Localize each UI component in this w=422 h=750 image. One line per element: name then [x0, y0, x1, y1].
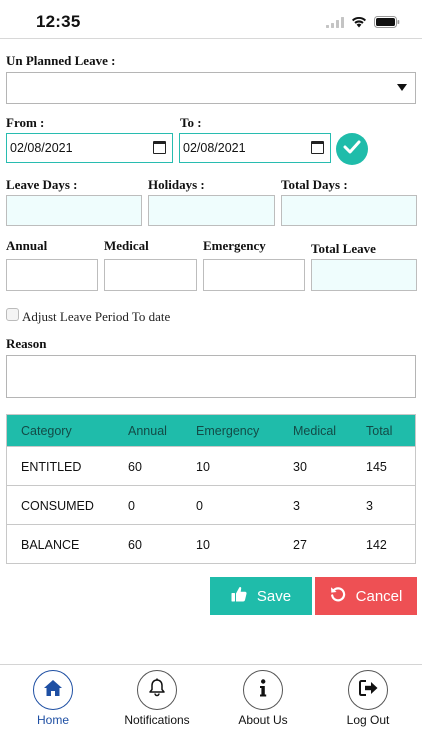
bell-icon — [148, 678, 166, 702]
cell-annual: 0 — [128, 499, 135, 513]
home-icon-circle — [33, 670, 73, 710]
header-category: Category — [21, 424, 72, 438]
undo-icon — [330, 586, 346, 606]
logout-icon — [358, 679, 378, 701]
cell-category: BALANCE — [21, 538, 80, 552]
adjust-period-checkbox[interactable] — [6, 308, 19, 321]
calendar-icon[interactable] — [311, 141, 324, 154]
annual-label: Annual — [6, 238, 48, 253]
info-icon — [259, 678, 267, 702]
leave-type-select[interactable] — [6, 72, 416, 104]
save-label: Save — [256, 587, 292, 605]
cell-medical: 30 — [293, 460, 307, 474]
status-bar: 12:35 — [0, 0, 422, 38]
checkmark-icon — [343, 140, 361, 159]
cell-annual: 60 — [128, 460, 142, 474]
total-days-field — [281, 195, 417, 226]
cell-emergency: 10 — [196, 538, 210, 552]
to-label: To : — [180, 115, 202, 130]
header-medical: Medical — [293, 424, 337, 438]
leave-days-label: Leave Days : — [6, 177, 78, 192]
table-row: BALANCE 60 10 27 142 — [7, 524, 415, 563]
nav-divider — [0, 664, 422, 665]
leave-summary-table: Category Annual Emergency Medical Total … — [6, 414, 416, 564]
nav-label-log-out: Log Out — [346, 713, 390, 727]
table-row: CONSUMED 0 0 3 3 — [7, 485, 415, 524]
cancel-label: Cancel — [355, 587, 403, 605]
nav-item-log-out[interactable]: Log Out — [323, 670, 413, 727]
wifi-icon — [351, 15, 367, 33]
save-button[interactable]: Save — [210, 577, 312, 615]
total-leave-label: Total Leave — [311, 241, 376, 256]
battery-icon — [374, 15, 400, 33]
cancel-button[interactable]: Cancel — [315, 577, 417, 615]
cell-total: 142 — [366, 538, 387, 552]
adjust-period-label[interactable]: Adjust Leave Period To date — [22, 309, 170, 325]
annual-field[interactable] — [6, 259, 98, 291]
nav-item-notifications[interactable]: Notifications — [112, 670, 202, 727]
cell-category: ENTITLED — [21, 460, 82, 474]
header-divider — [0, 38, 422, 39]
leave-days-field — [6, 195, 142, 226]
status-icons — [326, 15, 400, 33]
from-label: From : — [6, 115, 45, 130]
nav-item-about-us[interactable]: About Us — [218, 670, 308, 727]
table-header: Category Annual Emergency Medical Total — [7, 415, 415, 446]
cell-medical: 3 — [293, 499, 300, 513]
table-row: ENTITLED 60 10 30 145 — [7, 446, 415, 485]
status-time: 12:35 — [36, 12, 81, 31]
total-leave-field — [311, 259, 417, 291]
calendar-icon[interactable] — [153, 141, 166, 154]
reason-label: Reason — [6, 336, 47, 351]
nav-item-home[interactable]: Home — [8, 670, 98, 727]
cell-emergency: 0 — [196, 499, 203, 513]
header-annual: Annual — [128, 424, 167, 438]
medical-field[interactable] — [104, 259, 197, 291]
emergency-label: Emergency — [203, 238, 266, 253]
cell-category: CONSUMED — [21, 499, 94, 513]
home-icon — [43, 679, 63, 702]
to-date-value: 02/08/2021 — [183, 141, 246, 155]
total-days-label: Total Days : — [281, 177, 348, 192]
leave-type-label: Un Planned Leave : — [6, 53, 116, 68]
cell-annual: 60 — [128, 538, 142, 552]
nav-label-about-us: About Us — [238, 713, 288, 727]
reason-textarea[interactable] — [6, 355, 416, 398]
dropdown-arrow-icon — [397, 84, 407, 91]
signal-icon — [326, 15, 344, 33]
medical-label: Medical — [104, 238, 149, 253]
nav-label-notifications: Notifications — [124, 713, 190, 727]
holidays-field — [148, 195, 275, 226]
cell-total: 3 — [366, 499, 373, 513]
from-date-input[interactable]: 02/08/2021 — [6, 133, 173, 163]
holidays-label: Holidays : — [148, 177, 205, 192]
bell-icon-circle — [137, 670, 177, 710]
header-total: Total — [366, 424, 393, 438]
logout-icon-circle — [348, 670, 388, 710]
emergency-field[interactable] — [203, 259, 305, 291]
cell-medical: 27 — [293, 538, 307, 552]
info-icon-circle — [243, 670, 283, 710]
cell-emergency: 10 — [196, 460, 210, 474]
from-date-value: 02/08/2021 — [10, 141, 73, 155]
to-date-input[interactable]: 02/08/2021 — [179, 133, 331, 163]
confirm-dates-button[interactable] — [336, 133, 368, 165]
thumbs-up-icon — [231, 586, 247, 606]
nav-label-home: Home — [36, 713, 69, 727]
header-emergency: Emergency — [196, 424, 260, 438]
cell-total: 145 — [366, 460, 387, 474]
